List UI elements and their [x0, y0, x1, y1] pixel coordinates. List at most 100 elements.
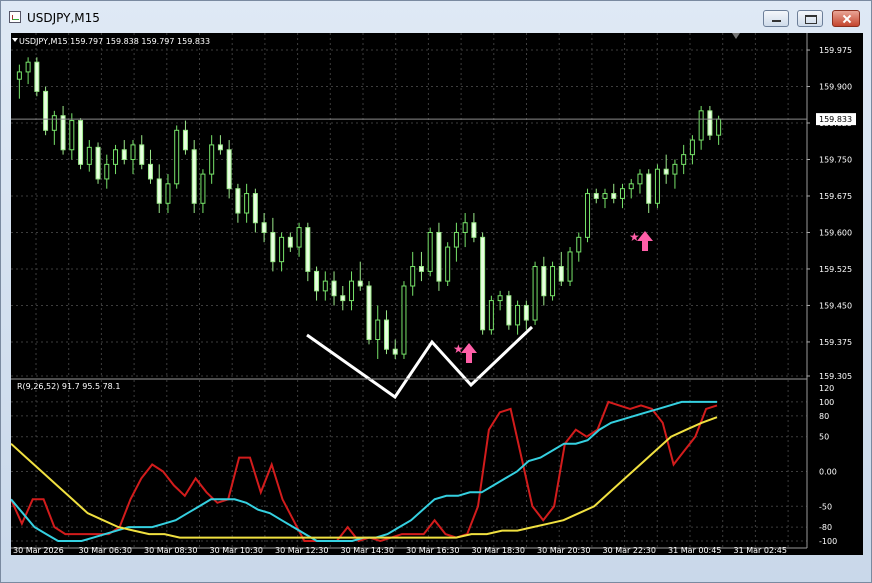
window-title: USDJPY,M15 — [27, 11, 100, 25]
candle-body — [567, 251, 573, 282]
candle-body — [86, 146, 92, 165]
candle-body — [147, 163, 153, 180]
chart-shift-marker[interactable] — [732, 33, 740, 39]
candle-body — [226, 149, 232, 190]
candle-body — [174, 129, 180, 185]
candle-body — [69, 120, 75, 151]
candle-body — [497, 295, 503, 302]
restore-button[interactable] — [797, 10, 823, 27]
candle-body — [550, 266, 556, 297]
price-axis-label: 159.975 — [819, 46, 852, 55]
candle-body — [602, 193, 608, 199]
time-axis-label: 30 Mar 08:30 — [144, 546, 197, 555]
candle-body — [585, 193, 591, 238]
candle-body — [698, 110, 704, 141]
candle-body — [270, 231, 276, 263]
candle-body — [523, 304, 529, 321]
indicator-axis-label: 0.00 — [819, 467, 837, 476]
candle-body — [646, 173, 652, 204]
candle-body — [16, 71, 22, 80]
candle-body — [200, 173, 206, 204]
time-axis-label: 30 Mar 2026 — [13, 546, 64, 555]
close-button[interactable] — [832, 10, 860, 27]
candle-body — [471, 222, 477, 238]
candle-body — [453, 231, 459, 248]
price-axis-label: 159.900 — [819, 83, 852, 92]
candle-body — [480, 236, 486, 331]
symbol-ohlc-label: USDJPY,M15 159.797 159.838 159.797 159.8… — [19, 37, 211, 46]
candle-body — [25, 61, 31, 73]
indicator-axis-label: 120 — [819, 384, 834, 393]
price-chart[interactable]: ★★ 159.975159.900159.825159.750159.67515… — [11, 33, 863, 555]
candle-body — [296, 227, 302, 248]
candle-body — [244, 193, 250, 214]
candle-body — [357, 280, 363, 287]
indicator-line-r52 — [11, 416, 718, 539]
time-axis-label: 31 Mar 00:45 — [668, 546, 721, 555]
candle-body — [305, 227, 311, 272]
candle-body — [287, 236, 293, 248]
price-axis-label: 159.525 — [819, 265, 852, 274]
candle-body — [392, 348, 398, 355]
candle-body — [488, 300, 494, 331]
candle-body — [383, 319, 389, 350]
candle-body — [113, 149, 119, 165]
candle-body — [165, 183, 171, 204]
candle-body — [104, 163, 110, 180]
candle-body — [139, 144, 145, 165]
indicator-axis-label: 80 — [819, 412, 829, 421]
title-bar[interactable]: USDJPY,M15 — [1, 1, 871, 31]
price-axis-label: 159.375 — [819, 338, 852, 347]
time-axis-label: 30 Mar 16:30 — [406, 546, 459, 555]
terminal-window: USDJPY,M15 ★★ 159.975159.900159.825159.7… — [0, 0, 872, 583]
signal-star-icon: ★ — [629, 230, 640, 244]
time-axis-label: 31 Mar 02:45 — [734, 546, 787, 555]
candle-body — [78, 120, 84, 165]
chart-menu-icon[interactable] — [12, 38, 18, 42]
indicator-axis-label: 100 — [819, 398, 834, 407]
candle-body — [322, 280, 328, 292]
candle-body — [672, 163, 678, 175]
candle-body — [43, 90, 49, 131]
candle-body — [60, 115, 66, 151]
candle-body — [279, 236, 285, 263]
candle-body — [410, 266, 416, 287]
candle-body — [611, 193, 617, 199]
candle-body — [532, 266, 538, 321]
candle-body — [121, 149, 127, 160]
time-axis-label: 30 Mar 22:30 — [603, 546, 656, 555]
candle-body — [95, 146, 101, 180]
price-axis-label: 159.750 — [819, 155, 852, 164]
candle-body — [506, 295, 512, 326]
indicator-label: R(9,26,52) 91.7 95.5 78.1 — [17, 382, 121, 391]
candle-body — [349, 280, 355, 302]
candle-body — [637, 173, 643, 185]
time-axis-label: 30 Mar 18:30 — [472, 546, 525, 555]
time-axis-label: 30 Mar 10:30 — [210, 546, 263, 555]
candle-body — [252, 193, 258, 224]
candle-body — [156, 178, 162, 204]
price-axis-label: 159.600 — [819, 228, 852, 237]
candle-body — [619, 188, 625, 199]
candle-body — [541, 266, 547, 297]
candle-body — [235, 188, 241, 214]
minimize-button[interactable] — [763, 10, 789, 27]
indicator-axis-label: -80 — [819, 523, 832, 532]
candle-body — [462, 222, 468, 233]
chart-area[interactable]: ★★ 159.975159.900159.825159.750159.67515… — [11, 33, 863, 555]
candle-body — [628, 183, 634, 190]
candle-body — [593, 193, 599, 199]
candle-body — [217, 144, 223, 151]
candle-body — [331, 280, 337, 297]
candle-body — [418, 266, 424, 272]
candle-body — [436, 231, 442, 282]
candle-body — [401, 285, 407, 355]
price-axis-label: 159.450 — [819, 301, 852, 310]
chart-window-icon — [9, 11, 21, 23]
time-axis-label: 30 Mar 06:30 — [79, 546, 132, 555]
time-axis-label: 30 Mar 12:30 — [275, 546, 328, 555]
candle-body — [681, 154, 687, 165]
w-pattern-line — [306, 325, 534, 400]
candle-body — [130, 144, 136, 160]
candle-body — [445, 246, 451, 282]
